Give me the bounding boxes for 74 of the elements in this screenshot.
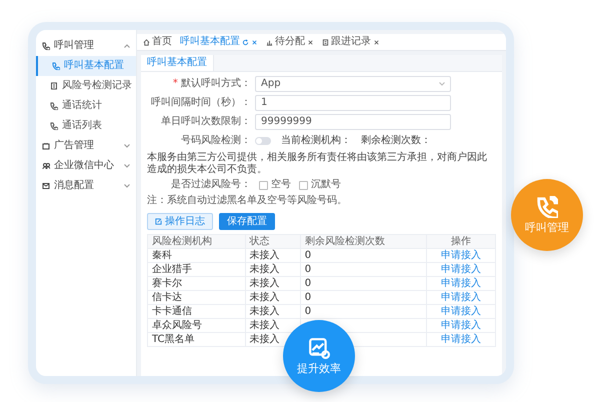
phone-icon: [50, 122, 58, 130]
column-header: 操作: [426, 234, 496, 248]
sidebar-item[interactable]: 通话统计: [36, 96, 136, 116]
tab[interactable]: 待分配: [266, 36, 314, 48]
close-icon: [307, 38, 314, 46]
edit-icon: [155, 218, 162, 225]
field-label: 默认呼叫方式：: [181, 78, 251, 89]
field-label: 号码风险检测：: [180, 135, 251, 147]
refresh-icon: [242, 38, 249, 46]
sidebar-item[interactable]: 消息配置: [36, 176, 136, 196]
document-icon: [322, 38, 329, 46]
sidebar-item[interactable]: 呼叫管理: [36, 36, 136, 56]
document-icon: [50, 82, 58, 90]
sidebar-item[interactable]: 广告管理: [36, 136, 136, 156]
note-text: 注：系统自动过滤黑名单及空号等风险号码。: [147, 195, 347, 207]
chart-icon: [308, 337, 330, 359]
table-cell: TC黑名单: [148, 332, 246, 346]
table-cell: 秦科: [148, 248, 246, 262]
field-label: 剩余检测次数：: [361, 135, 431, 147]
phone-icon: [536, 196, 558, 218]
field-label: 呼叫间隔时间（秒）：: [151, 97, 251, 108]
column-header: 状态: [245, 234, 300, 248]
mail-icon: [42, 182, 50, 190]
bar-chart-icon: [266, 38, 273, 46]
table-cell: 卡卡通信: [148, 304, 246, 318]
table-cell: 未接入: [245, 248, 300, 262]
tab[interactable]: 首页: [143, 36, 172, 48]
sidebar-item[interactable]: 企业微信中心: [36, 156, 136, 176]
chevron-down-icon: [439, 82, 445, 86]
chevron-up-icon: [124, 44, 130, 48]
column-header: 风险检测机构: [148, 234, 246, 248]
disclaimer-text: 本服务由第三方公司提供，相关服务所有责任将由该第三方承担，对商户因此造成的损失本公司不负责。: [147, 152, 488, 176]
phone-icon: [52, 62, 60, 70]
table-cell: 未接入: [245, 276, 300, 290]
phone-icon: [42, 42, 50, 50]
chevron-down-icon: [124, 164, 130, 168]
table-cell: 未接入: [245, 290, 300, 304]
save-button[interactable]: 保存配置: [219, 213, 275, 230]
table-cell: 未接入: [245, 304, 300, 318]
table-cell: 0: [300, 262, 426, 276]
table-cell: 0: [300, 304, 426, 318]
tab[interactable]: 呼叫基本配置: [141, 55, 214, 71]
tab[interactable]: 跟进记录: [322, 36, 380, 48]
table-cell: 卓众风险号: [148, 318, 246, 332]
field-label: 单日呼叫次数限制：: [161, 116, 251, 127]
calendar-icon: [42, 142, 50, 150]
close-icon: [373, 38, 380, 46]
table-cell: 赛卡尔: [148, 276, 246, 290]
table-cell: 0: [300, 276, 426, 290]
toggle-switch[interactable]: [255, 137, 271, 145]
select-field[interactable]: App: [255, 76, 451, 92]
tab[interactable]: 呼叫基本配置: [180, 36, 258, 48]
sidebar-item[interactable]: 风险号检测记录: [36, 76, 136, 96]
table-cell: 0: [300, 290, 426, 304]
chevron-down-icon: [124, 144, 130, 148]
table-cell: 0: [300, 248, 426, 262]
table-cell: 信卡达: [148, 290, 246, 304]
table-cell: 企业猎手: [148, 262, 246, 276]
chevron-down-icon: [124, 184, 130, 188]
input-field[interactable]: 1: [255, 95, 451, 111]
home-icon: [143, 38, 150, 46]
required-mark: *: [172, 78, 178, 89]
people-icon: [42, 162, 50, 170]
field-label: 是否过滤风险号：: [170, 179, 251, 191]
phone-icon: [50, 102, 58, 110]
checkbox[interactable]: 空号: [259, 179, 291, 191]
table-cell: 未接入: [245, 262, 300, 276]
column-header: 剩余风险检测次数: [300, 234, 426, 248]
sidebar-item[interactable]: 通话列表: [36, 116, 136, 136]
checkbox[interactable]: 沉默号: [299, 179, 341, 191]
close-icon: [251, 38, 258, 46]
feature-badge: 呼叫管理: [511, 179, 583, 251]
input-field[interactable]: 99999999: [255, 114, 451, 130]
field-label: 当前检测机构：: [281, 135, 351, 147]
